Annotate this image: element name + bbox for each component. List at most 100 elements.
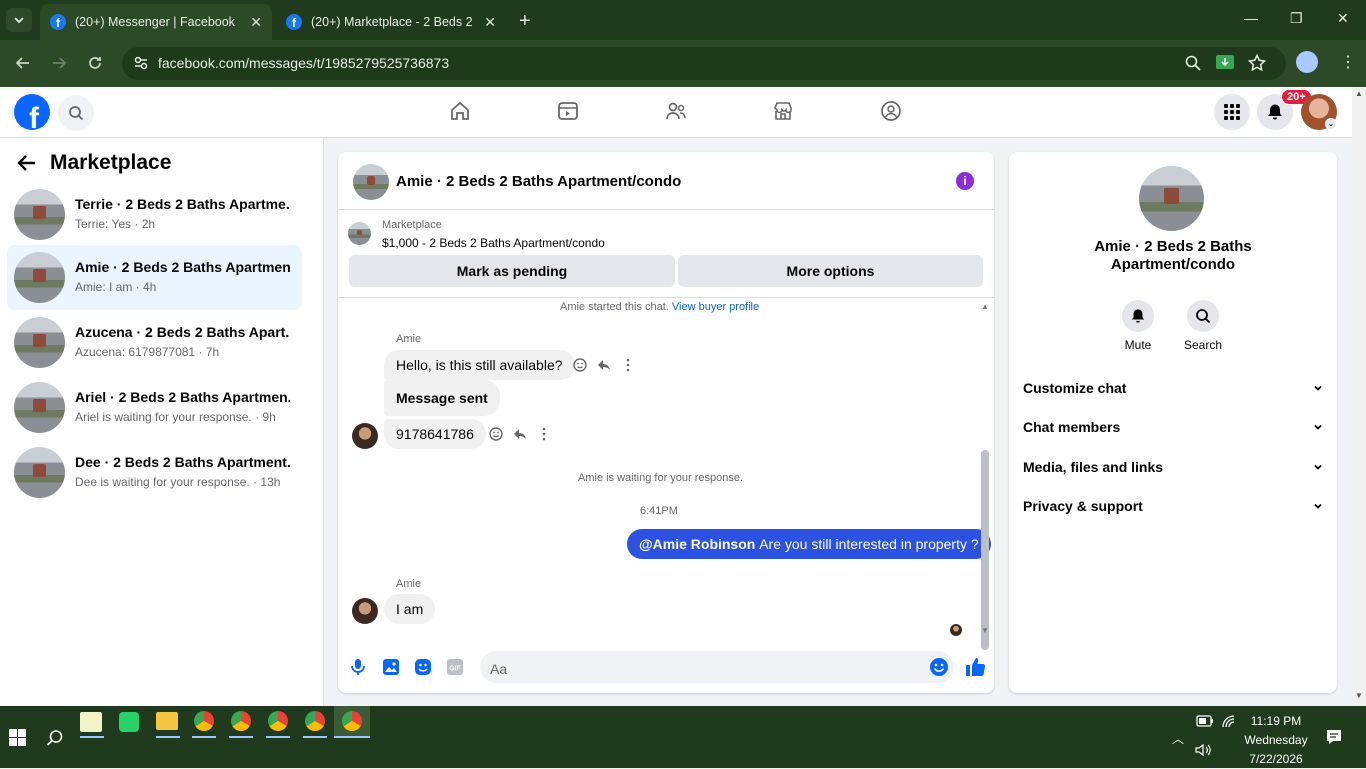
more-options-button[interactable]: More options (678, 255, 983, 287)
media-files-links-section[interactable]: Media, files and links (1023, 452, 1323, 482)
home-icon[interactable] (449, 100, 471, 122)
tab-search-button[interactable] (6, 8, 32, 32)
close-tab-icon[interactable]: ✕ (484, 14, 496, 31)
chrome-app-icon[interactable] (305, 711, 325, 731)
conversation-item[interactable]: Azucena · 2 Beds 2 Baths Apart... Azucen… (7, 310, 302, 375)
chat-members-section[interactable]: Chat members (1023, 412, 1323, 442)
file-explorer-app-icon[interactable] (156, 712, 178, 730)
tab-title: (20+) Marketplace - 2 Beds 2 Ba (311, 15, 475, 29)
conversation-preview: Dee is waiting for your response. · 13h (75, 475, 281, 489)
chat-thumbnail[interactable] (353, 164, 389, 200)
site-info-icon[interactable] (132, 54, 150, 72)
chevron-down-icon[interactable]: ⌄ (1325, 118, 1337, 130)
speaker-icon[interactable] (1195, 743, 1213, 757)
sender-name: Amie (396, 578, 422, 590)
scrollbar-thumb[interactable] (981, 450, 989, 650)
bookmark-star-icon[interactable] (1248, 54, 1266, 72)
chrome-app-icon[interactable] (231, 711, 251, 731)
mark-as-pending-button[interactable]: Mark as pending (349, 255, 675, 287)
zoom-icon[interactable] (1184, 54, 1202, 72)
window-close-button[interactable]: ✕ (1337, 10, 1349, 27)
battery-icon[interactable] (1196, 715, 1214, 727)
forward-button[interactable] (50, 54, 68, 72)
search-icon (1196, 309, 1211, 324)
chrome-app-icon[interactable] (268, 711, 288, 731)
scroll-up-icon[interactable]: ▲ (981, 302, 989, 311)
info-icon[interactable]: i (956, 172, 974, 190)
message-bubble[interactable]: Message sent (384, 380, 500, 416)
conversation-item[interactable]: Terrie · 2 Beds 2 Baths Apartme... Terri… (7, 182, 302, 247)
address-bar[interactable]: facebook.com/messages/t/1985279525736873 (122, 47, 1286, 80)
conversation-item[interactable]: Ariel · 2 Beds 2 Baths Apartmen... Ariel… (7, 375, 302, 440)
scroll-up-icon[interactable]: ▲ (1355, 89, 1363, 98)
system-clock[interactable]: 11:19 PM Wednesday 7/22/2026 (1240, 712, 1312, 769)
scroll-down-icon[interactable]: ▼ (981, 626, 989, 635)
install-app-icon[interactable] (1215, 54, 1235, 72)
notepad-app-icon[interactable] (80, 712, 102, 732)
reload-icon (89, 57, 101, 69)
wifi-icon[interactable] (1221, 714, 1237, 728)
taskbar-search-icon[interactable] (46, 729, 64, 747)
chrome-active-app[interactable] (334, 706, 370, 738)
listing-thumbnail[interactable] (1139, 166, 1204, 231)
mention[interactable]: @Amie Robinson (639, 536, 755, 552)
sender-avatar[interactable] (352, 598, 378, 624)
chat-details-panel: Amie · 2 Beds 2 Baths Apartment/condo Mu… (1009, 152, 1337, 693)
message-bubble[interactable]: I am (384, 594, 436, 624)
listing-title[interactable]: $1,000 - 2 Beds 2 Baths Apartment/condo (382, 236, 605, 250)
facebook-logo-icon[interactable]: f (14, 94, 50, 130)
back-arrow-button[interactable] (16, 152, 38, 174)
photo-icon[interactable] (382, 658, 400, 676)
browser-menu-icon[interactable]: ⋮ (1340, 52, 1356, 72)
sender-avatar[interactable] (352, 423, 378, 449)
message-input[interactable]: Aa (480, 651, 954, 683)
tab-marketplace[interactable]: f (20+) Marketplace - 2 Beds 2 Ba ✕ (276, 4, 506, 40)
sticker-icon[interactable] (414, 658, 432, 676)
view-buyer-profile-link[interactable]: View buyer profile (672, 301, 759, 313)
browser-tab-bar: f (20+) Messenger | Facebook ✕ f (20+) M… (0, 0, 1366, 40)
new-tab-button[interactable]: + (519, 10, 531, 33)
profile-avatar[interactable] (1296, 51, 1318, 73)
chevron-down-icon (1314, 385, 1322, 391)
notification-center-icon[interactable] (1325, 728, 1343, 746)
conversation-item[interactable]: Dee · 2 Beds 2 Baths Apartment... Dee is… (7, 440, 302, 505)
search-chat-button[interactable]: Search (1173, 300, 1233, 352)
whatsapp-app-icon[interactable] (119, 712, 139, 732)
like-thumb-icon[interactable] (964, 656, 986, 678)
customize-chat-section[interactable]: Customize chat (1023, 373, 1323, 403)
reload-button[interactable] (86, 54, 104, 72)
scroll-down-icon[interactable]: ▼ (1355, 691, 1363, 700)
minimize-button[interactable]: — (1244, 10, 1258, 26)
my-message-bubble[interactable]: @Amie Robinson Are you still interested … (627, 529, 991, 559)
listing-thumbnail (14, 252, 65, 303)
tab-messenger[interactable]: f (20+) Messenger | Facebook ✕ (40, 4, 272, 40)
friends-icon[interactable] (665, 100, 687, 122)
back-button[interactable] (14, 54, 32, 72)
conversation-preview: Ariel is waiting for your response. · 9h (75, 410, 276, 424)
gif-icon[interactable]: GIF (446, 658, 464, 676)
conversation-name: Dee · 2 Beds 2 Baths Apartment... (75, 454, 290, 470)
marketplace-icon[interactable] (772, 100, 794, 122)
emoji-icon[interactable] (929, 657, 949, 677)
tray-overflow-icon[interactable]: ︿ (1172, 730, 1184, 747)
page-scrollbar[interactable]: ▲ ▼ (1352, 87, 1366, 706)
message-bubble[interactable]: 9178641786 (384, 419, 486, 449)
chrome-app-icon[interactable] (194, 711, 214, 731)
maximize-button[interactable]: ❐ (1290, 10, 1303, 27)
message-bubble[interactable]: Hello, is this still available? (384, 350, 575, 380)
message-list: Amie started this chat. View buyer profi… (338, 298, 994, 650)
video-icon[interactable] (557, 100, 579, 122)
microphone-icon[interactable] (350, 658, 366, 676)
close-tab-icon[interactable]: ✕ (250, 14, 262, 31)
windows-start-icon[interactable] (9, 729, 26, 746)
chevron-down-icon (1314, 503, 1322, 509)
chat-title[interactable]: Amie · 2 Beds 2 Baths Apartment/condo (396, 173, 681, 190)
menu-grid-button[interactable] (1214, 94, 1250, 130)
seen-avatar (950, 624, 962, 636)
search-button[interactable] (58, 95, 94, 131)
bell-icon (1131, 309, 1145, 323)
groups-icon[interactable] (880, 100, 902, 122)
privacy-support-section[interactable]: Privacy & support (1023, 491, 1323, 521)
conversation-item-selected[interactable]: Amie · 2 Beds 2 Baths Apartmen... Amie: … (7, 245, 302, 310)
mute-button[interactable]: Mute (1108, 300, 1168, 352)
